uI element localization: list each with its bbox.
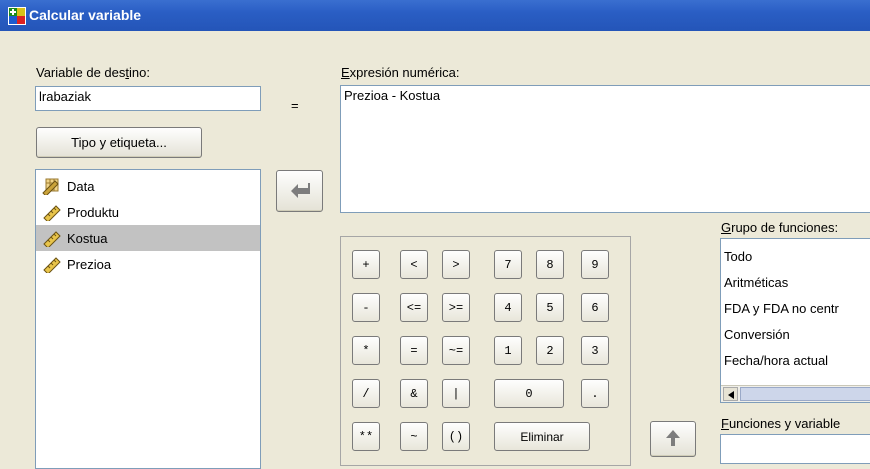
key-plus[interactable]: + bbox=[352, 250, 380, 279]
triangle-left-icon bbox=[727, 387, 734, 402]
horizontal-scrollbar[interactable] bbox=[721, 385, 870, 402]
function-group-item[interactable]: Todo bbox=[724, 249, 752, 264]
scroll-left-button[interactable] bbox=[723, 387, 738, 401]
key-multiply[interactable]: * bbox=[352, 336, 380, 365]
function-group-list[interactable]: Todo Aritméticas FDA y FDA no centr Conv… bbox=[720, 238, 870, 403]
calculator-app-icon bbox=[8, 7, 26, 25]
key-or[interactable]: | bbox=[442, 379, 470, 408]
function-group-item[interactable]: FDA y FDA no centr bbox=[724, 301, 839, 316]
move-function-up-button[interactable] bbox=[650, 421, 696, 457]
key-power[interactable]: ** bbox=[352, 422, 380, 451]
function-group-item[interactable]: Fecha/hora actual bbox=[724, 353, 828, 368]
key-not[interactable]: ~ bbox=[400, 422, 428, 451]
key-equals[interactable]: = bbox=[400, 336, 428, 365]
numeric-expression-input[interactable]: Prezioa - Kostua bbox=[340, 85, 870, 213]
key-less-equal[interactable]: <= bbox=[400, 293, 428, 322]
ruler-icon bbox=[41, 229, 63, 249]
functions-variables-label: Funciones y variable bbox=[721, 416, 841, 431]
key-greater-equal[interactable]: >= bbox=[442, 293, 470, 322]
key-6[interactable]: 6 bbox=[581, 293, 609, 322]
calculator-keypad: + < > 7 8 9 - <= >= 4 5 6 * = ~= 1 2 3 /… bbox=[340, 236, 631, 466]
functions-variables-list[interactable] bbox=[720, 434, 870, 464]
variable-name: Prezioa bbox=[67, 256, 112, 272]
key-8[interactable]: 8 bbox=[536, 250, 564, 279]
arrow-up-icon bbox=[665, 429, 681, 450]
list-item[interactable]: Data bbox=[36, 173, 260, 199]
key-less-than[interactable]: < bbox=[400, 250, 428, 279]
window-title: Calcular variable bbox=[29, 7, 142, 23]
key-0[interactable]: 0 bbox=[494, 379, 564, 408]
key-7[interactable]: 7 bbox=[494, 250, 522, 279]
variable-name: Produktu bbox=[67, 204, 120, 220]
type-and-label-button[interactable]: Tipo y etiqueta... bbox=[36, 127, 202, 158]
ruler-icon bbox=[41, 255, 63, 275]
key-9[interactable]: 9 bbox=[581, 250, 609, 279]
scroll-thumb[interactable] bbox=[740, 387, 870, 401]
arrow-left-icon bbox=[289, 182, 311, 201]
target-variable-input[interactable]: lrabaziak bbox=[35, 86, 261, 111]
function-group-item[interactable]: Aritméticas bbox=[724, 275, 788, 290]
key-minus[interactable]: - bbox=[352, 293, 380, 322]
equals-sign: = bbox=[291, 98, 299, 113]
key-decimal[interactable]: . bbox=[581, 379, 609, 408]
key-2[interactable]: 2 bbox=[536, 336, 564, 365]
date-icon bbox=[41, 177, 63, 197]
delete-button[interactable]: Eliminar bbox=[494, 422, 590, 451]
key-greater-than[interactable]: > bbox=[442, 250, 470, 279]
key-3[interactable]: 3 bbox=[581, 336, 609, 365]
move-to-expression-button[interactable] bbox=[276, 170, 323, 212]
list-item[interactable]: Prezioa bbox=[36, 251, 260, 277]
list-item-selected[interactable]: Kostua bbox=[36, 225, 260, 251]
key-divide[interactable]: / bbox=[352, 379, 380, 408]
key-4[interactable]: 4 bbox=[494, 293, 522, 322]
key-5[interactable]: 5 bbox=[536, 293, 564, 322]
function-group-item[interactable]: Conversión bbox=[724, 327, 790, 342]
ruler-icon bbox=[41, 203, 63, 223]
function-group-label: Grupo de funciones: bbox=[721, 220, 839, 235]
numeric-expression-label: Expresión numérica: bbox=[341, 65, 460, 80]
variable-name: Data bbox=[67, 178, 95, 194]
key-parentheses[interactable]: () bbox=[442, 422, 470, 451]
target-variable-label: Variable de destino: bbox=[36, 65, 150, 80]
variable-name: Kostua bbox=[67, 230, 108, 246]
key-not-equal[interactable]: ~= bbox=[442, 336, 470, 365]
title-bar[interactable]: Calcular variable bbox=[0, 0, 870, 31]
key-1[interactable]: 1 bbox=[494, 336, 522, 365]
key-and[interactable]: & bbox=[400, 379, 428, 408]
source-variable-list[interactable]: Data Produktu Kostua Prezioa bbox=[35, 169, 261, 469]
list-item[interactable]: Produktu bbox=[36, 199, 260, 225]
